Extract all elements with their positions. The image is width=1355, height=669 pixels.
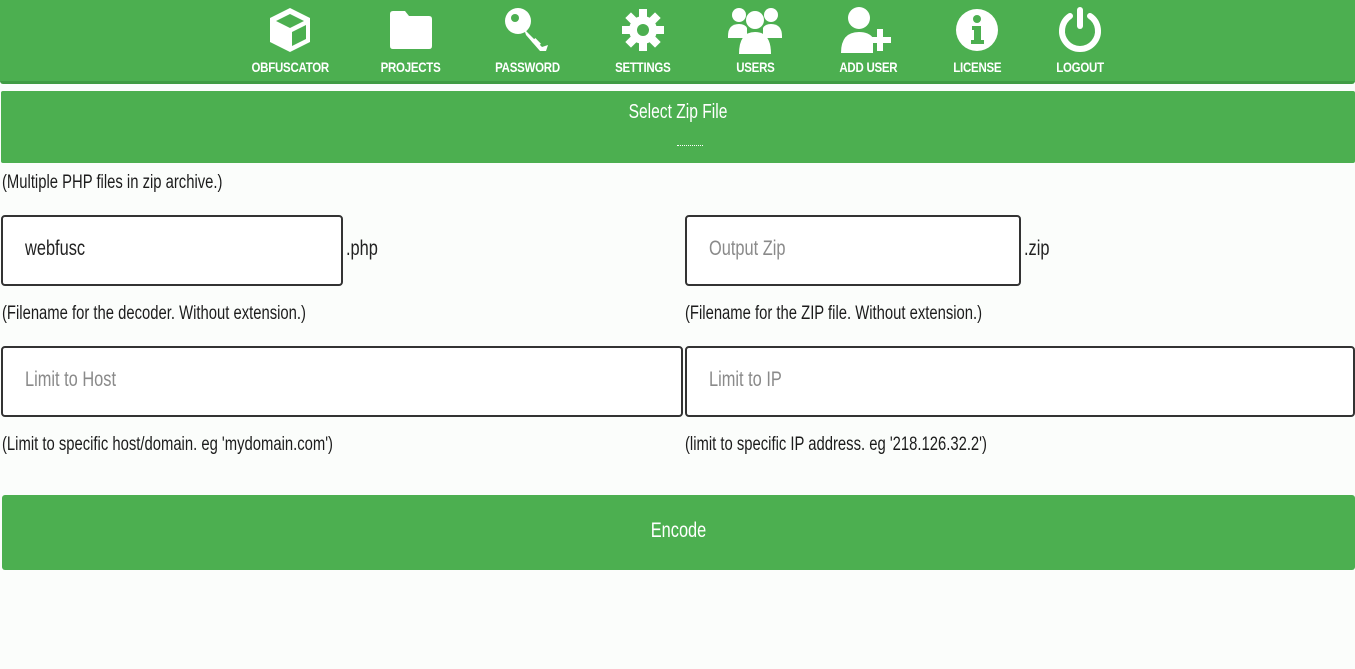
nav-label: ADD USER [839,59,897,75]
nav-label: USERS [735,59,775,75]
add-user-icon [839,0,897,60]
cube-icon [266,0,314,60]
power-icon [1057,0,1103,60]
nav-item-settings[interactable]: SETTINGS [610,0,676,84]
info-icon [955,0,999,60]
zip-hint: (Multiple PHP files in zip archive.) [2,172,223,193]
file-input-indicator [677,145,703,147]
limit-ip-placeholder: Limit to IP [709,368,782,391]
limit-host-input[interactable]: Limit to Host [1,346,683,417]
nav-item-projects[interactable]: PROJECTS [376,0,446,84]
nav-item-logout[interactable]: LOGOUT [1050,0,1110,84]
nav-item-users[interactable]: USERS [724,0,786,84]
decoder-filename-value: webfusc [25,237,86,260]
nav-item-password[interactable]: PASSWORD [490,0,564,84]
output-zip-hint: (Filename for the ZIP file. Without exte… [685,303,983,324]
decoder-filename-input[interactable]: webfusc [1,215,343,286]
limit-host-hint: (Limit to specific host/domain. eg 'mydo… [2,434,334,455]
gear-icon [620,0,666,60]
top-navbar: OBFUSCATOR PROJECTS PASSWORD SETTINGS US… [0,0,1355,84]
select-zip-file-label: Select Zip File [628,101,728,123]
zip-extension-label: .zip [1024,237,1050,260]
limit-ip-hint: (limit to specific IP address. eg '218.1… [685,434,987,455]
nav-label: LICENSE [952,59,1002,75]
output-zip-input[interactable]: Output Zip [685,215,1021,286]
nav-label: LOGOUT [1056,59,1104,75]
nav-label: SETTINGS [615,59,671,75]
nav-item-license[interactable]: LICENSE [948,0,1006,84]
encode-button[interactable]: Encode [2,495,1355,570]
folder-icon [387,0,435,60]
decoder-hint: (Filename for the decoder. Without exten… [2,303,306,324]
limit-ip-input[interactable]: Limit to IP [685,346,1355,417]
nav-label: PASSWORD [494,59,560,75]
encode-button-label: Encode [650,519,707,542]
select-zip-file-button[interactable]: Select Zip File [1,91,1355,163]
nav-item-obfuscator[interactable]: OBFUSCATOR [251,0,329,84]
nav-item-add-user[interactable]: ADD USER [834,0,902,84]
nav-label: PROJECTS [381,59,441,75]
limit-host-placeholder: Limit to Host [25,368,117,391]
users-icon [727,0,783,60]
output-zip-placeholder: Output Zip [709,237,786,260]
php-extension-label: .php [346,237,378,260]
key-icon [502,0,552,60]
nav-label: OBFUSCATOR [251,59,329,75]
